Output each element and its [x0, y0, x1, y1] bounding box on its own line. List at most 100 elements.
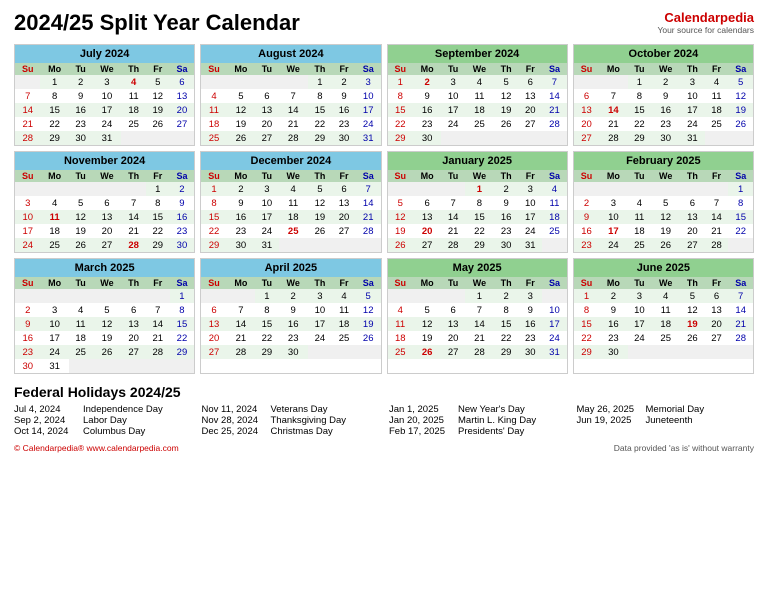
- calendar-day: 12: [494, 89, 519, 103]
- calendar-day: [227, 289, 255, 303]
- calendar-day: 20: [121, 331, 146, 345]
- calendar-day: 7: [599, 89, 627, 103]
- calendar-day: 13: [255, 103, 279, 117]
- calendar-day: 4: [121, 75, 146, 89]
- holiday-item: Oct 14, 2024Columbus Day: [14, 426, 192, 437]
- calendar-day: 24: [15, 238, 40, 252]
- calendar-day: 17: [40, 331, 68, 345]
- calendar-june: June 2025SuMoTuWeThFrSa12345678910111213…: [573, 258, 754, 374]
- calendar-day: 23: [518, 331, 542, 345]
- calendar-day: 22: [728, 224, 753, 238]
- calendar-day: 27: [441, 345, 465, 359]
- calendar-day: 3: [680, 75, 705, 89]
- holiday-name: Thanksgiving Day: [271, 415, 347, 426]
- calendar-day: [705, 131, 729, 145]
- calendar-day: 9: [494, 196, 519, 210]
- weekday-header: Su: [574, 63, 599, 75]
- calendar-day: 18: [201, 117, 226, 131]
- calendar-day: [680, 345, 705, 359]
- calendar-day: [170, 131, 195, 145]
- holiday-item: Nov 11, 2024Veterans Day: [202, 404, 380, 415]
- calendar-day: 7: [146, 303, 170, 317]
- weekday-header: Mo: [599, 63, 627, 75]
- calendar-day: 31: [356, 131, 381, 145]
- calendar-day: 22: [494, 331, 519, 345]
- calendar-day: 7: [465, 303, 494, 317]
- calendar-day: 7: [728, 289, 753, 303]
- calendar-day: 22: [465, 224, 494, 238]
- calendar-day: 20: [92, 224, 121, 238]
- calendar-day: [170, 359, 195, 373]
- calendar-day: [308, 238, 333, 252]
- month-header-august: August 2024: [201, 45, 380, 63]
- calendar-day: 19: [494, 103, 519, 117]
- calendar-day: 15: [255, 317, 279, 331]
- calendar-day: 25: [332, 331, 356, 345]
- calendar-day: 1: [40, 75, 68, 89]
- holiday-date: Jul 4, 2024: [14, 404, 79, 415]
- calendar-day: 15: [728, 210, 753, 224]
- holiday-date: Jan 1, 2025: [389, 404, 454, 415]
- holiday-item: May 26, 2025Memorial Day: [577, 404, 755, 415]
- cal-table-october: SuMoTuWeThFrSa12345678910111213141516171…: [574, 63, 753, 145]
- calendar-day: 10: [441, 89, 465, 103]
- calendar-day: [92, 289, 121, 303]
- calendar-day: 25: [465, 117, 494, 131]
- calendar-day: 11: [332, 303, 356, 317]
- calendar-day: 12: [146, 89, 170, 103]
- calendar-day: [388, 182, 413, 196]
- calendar-day: 24: [40, 345, 68, 359]
- calendar-day: 23: [69, 117, 93, 131]
- calendar-day: 3: [599, 196, 627, 210]
- calendar-day: 25: [628, 238, 652, 252]
- calendar-day: [651, 345, 680, 359]
- calendar-day: 22: [201, 224, 226, 238]
- calendar-day: 21: [121, 224, 146, 238]
- calendar-day: 29: [494, 345, 519, 359]
- calendar-day: 28: [121, 238, 146, 252]
- calendar-day: 12: [69, 210, 93, 224]
- calendar-day: 14: [15, 103, 40, 117]
- calendar-day: [92, 182, 121, 196]
- calendar-day: 17: [680, 103, 705, 117]
- holiday-item: Nov 28, 2024Thanksgiving Day: [202, 415, 380, 426]
- weekday-header: Su: [201, 63, 226, 75]
- calendar-day: [121, 289, 146, 303]
- weekday-header: Fr: [146, 277, 170, 289]
- weekday-header: Mo: [227, 63, 255, 75]
- calendar-day: 23: [279, 331, 308, 345]
- calendar-day: 25: [201, 131, 226, 145]
- weekday-header: Sa: [356, 170, 381, 182]
- calendar-day: 26: [92, 345, 121, 359]
- calendar-day: 1: [170, 289, 195, 303]
- calendar-day: 14: [599, 103, 627, 117]
- calendar-day: 20: [680, 224, 705, 238]
- calendar-day: 9: [599, 303, 627, 317]
- calendar-day: 19: [651, 224, 680, 238]
- calendar-day: 13: [574, 103, 599, 117]
- calendar-day: 13: [705, 303, 729, 317]
- calendar-day: 4: [201, 89, 226, 103]
- calendar-day: [201, 289, 226, 303]
- cal-table-november: SuMoTuWeThFrSa12345678910111213141516171…: [15, 170, 194, 252]
- calendar-day: 5: [146, 75, 170, 89]
- calendar-day: 13: [201, 317, 226, 331]
- calendar-day: 6: [413, 196, 441, 210]
- calendar-day: 21: [279, 117, 308, 131]
- calendar-day: 10: [40, 317, 68, 331]
- calendar-day: 20: [441, 331, 465, 345]
- calendar-day: 5: [69, 196, 93, 210]
- calendar-day: 11: [542, 196, 567, 210]
- calendar-day: [574, 75, 599, 89]
- calendar-day: 11: [628, 210, 652, 224]
- calendar-day: 28: [15, 131, 40, 145]
- calendar-day: 29: [465, 238, 494, 252]
- calendar-day: 6: [518, 75, 542, 89]
- calendar-day: 7: [279, 89, 308, 103]
- calendar-day: [92, 359, 121, 373]
- calendar-day: 2: [413, 75, 441, 89]
- calendar-day: 23: [599, 331, 627, 345]
- weekday-header: Fr: [518, 63, 542, 75]
- calendar-day: 26: [146, 117, 170, 131]
- calendar-day: [69, 182, 93, 196]
